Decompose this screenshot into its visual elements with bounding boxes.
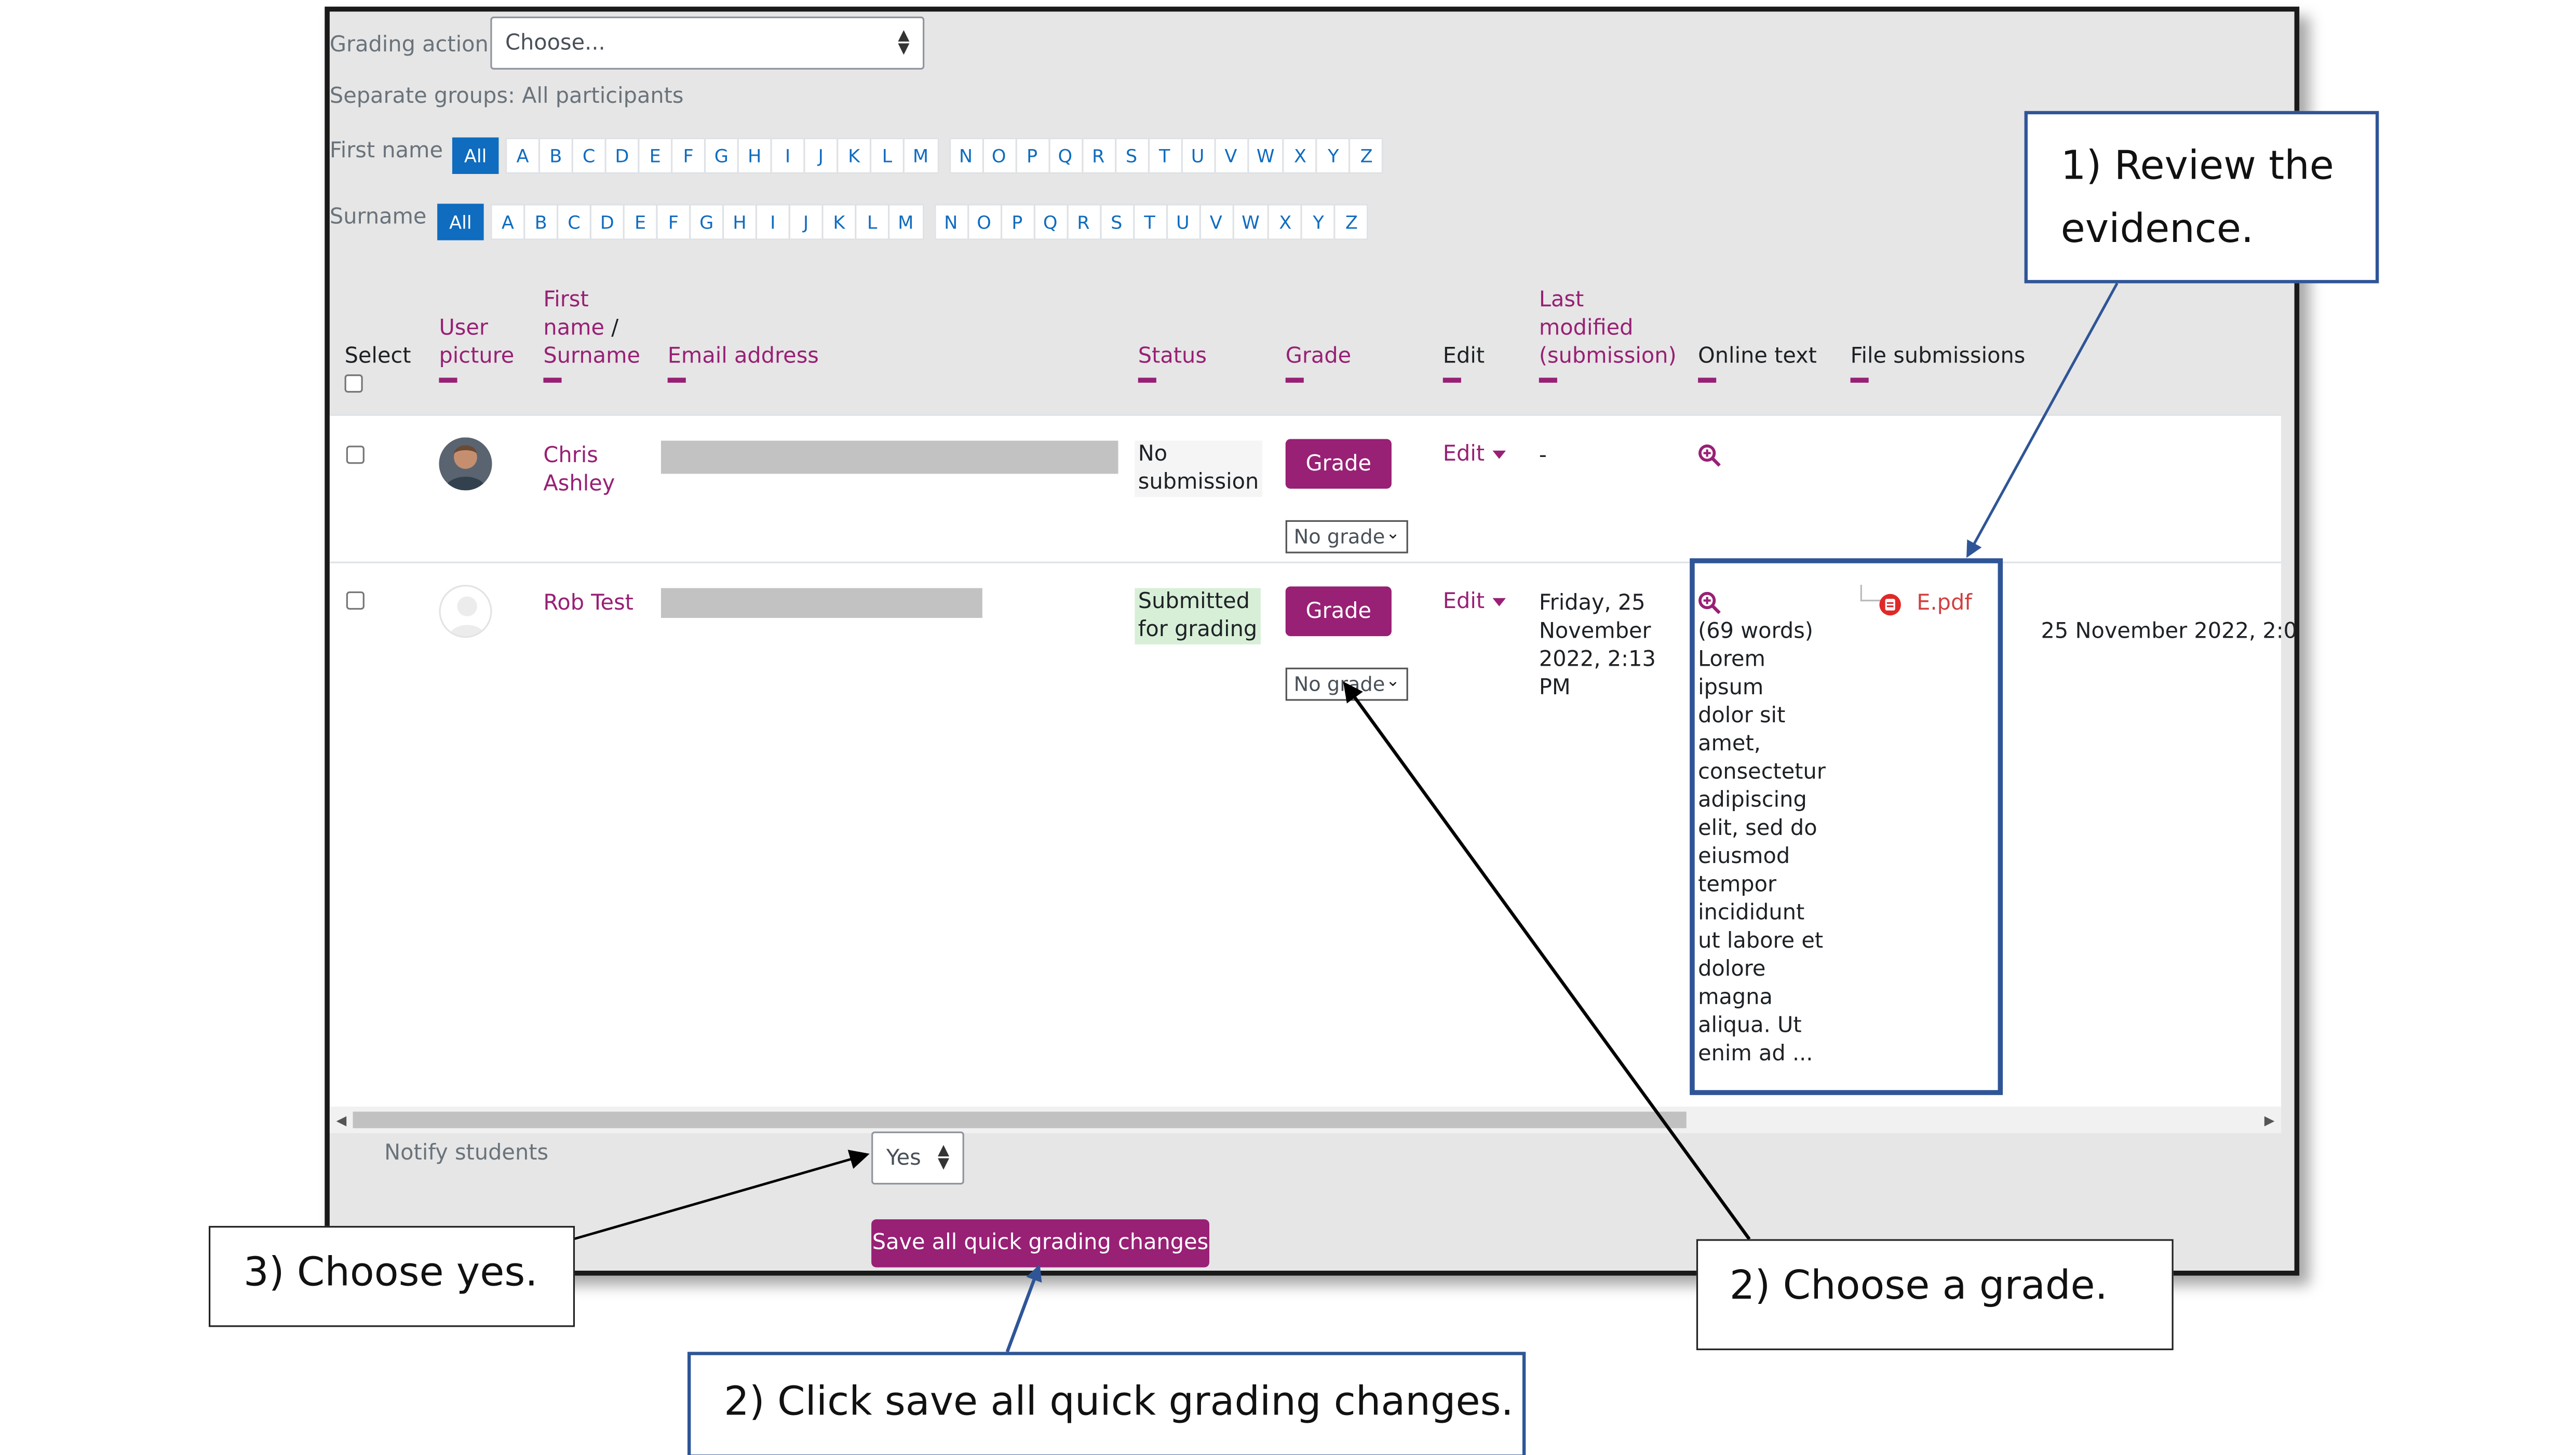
arrow-to-grade-select [1343, 681, 1751, 1241]
callout-choose-yes: 3) Choose yes. [208, 1225, 575, 1327]
arrow-to-save-button [1005, 1264, 1042, 1353]
callout-choose-grade: 2) Choose a grade. [1696, 1239, 2174, 1351]
screenshot-stage: Grading action Choose... ▲ ▼ Separate gro… [0, 0, 2576, 1455]
callout-review-line2: evidence. [2060, 205, 2254, 252]
arrow-to-notify-select [573, 1150, 870, 1241]
callout-review-evidence: 1) Review the evidence. [2024, 111, 2379, 284]
arrow-to-evidence [1966, 282, 2119, 558]
callout-click-save: 2) Click save all quick grading changes. [687, 1352, 1526, 1455]
callout-review-line1: 1) Review the [2060, 142, 2334, 189]
